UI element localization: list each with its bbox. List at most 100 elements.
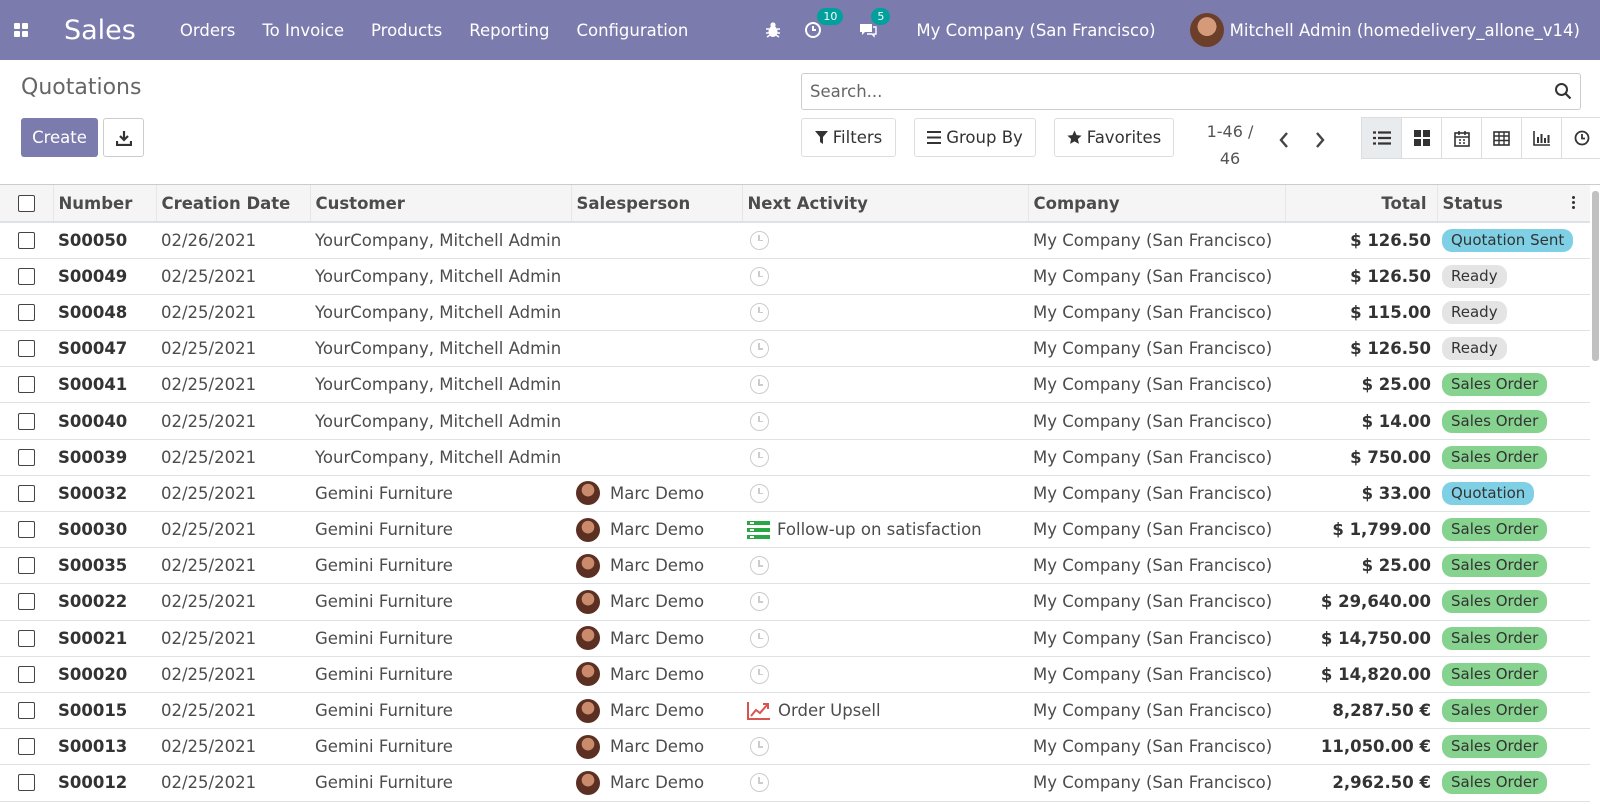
table-row[interactable]: S00030 02/25/2021 Gemini Furniture Marc … <box>0 511 1590 549</box>
table-row[interactable]: S00040 02/25/2021 YourCompany, Mitchell … <box>0 402 1590 440</box>
pivot-view-icon[interactable] <box>1482 118 1522 158</box>
menu-configuration[interactable]: Configuration <box>576 21 688 40</box>
kanban-view-icon[interactable] <box>1402 118 1442 158</box>
next-activity[interactable]: Order Upsell <box>747 701 1023 721</box>
group-by-button[interactable]: Group By <box>914 118 1036 157</box>
activities-clock-icon[interactable]: 10 <box>804 8 844 39</box>
table-row[interactable]: S00041 02/25/2021 YourCompany, Mitchell … <box>0 366 1590 404</box>
row-checkbox[interactable] <box>18 665 35 683</box>
activity-icon <box>747 628 769 648</box>
next-activity[interactable] <box>747 411 1023 431</box>
graph-view-icon[interactable] <box>1522 118 1562 158</box>
pager-value[interactable]: 1-46 / 46 <box>1200 118 1260 172</box>
calendar-view-icon[interactable] <box>1442 118 1482 158</box>
app-brand[interactable]: Sales <box>64 15 136 46</box>
column-creation-date[interactable]: Creation Date <box>155 185 310 222</box>
row-checkbox[interactable] <box>18 267 35 285</box>
messages-chat-icon[interactable]: 5 <box>858 8 891 39</box>
next-activity[interactable] <box>747 592 1023 612</box>
table-row[interactable]: S00020 02/25/2021 Gemini Furniture Marc … <box>0 656 1590 693</box>
filters-button[interactable]: Filters <box>801 118 896 157</box>
row-checkbox[interactable] <box>18 702 35 720</box>
row-checkbox[interactable] <box>18 738 35 756</box>
row-checkbox[interactable] <box>18 774 35 792</box>
row-checkbox[interactable] <box>18 521 35 539</box>
user-avatar[interactable] <box>1189 13 1224 47</box>
optional-columns-toggle-icon[interactable] <box>1572 196 1575 209</box>
export-download-button[interactable] <box>103 118 144 157</box>
activity-view-icon[interactable] <box>1562 118 1600 158</box>
column-company[interactable]: Company <box>1027 185 1285 222</box>
list-view-icon[interactable] <box>1362 118 1402 158</box>
row-checkbox[interactable] <box>18 340 35 358</box>
table-row[interactable]: S00049 02/25/2021 YourCompany, Mitchell … <box>0 258 1590 295</box>
table-scrollbar[interactable] <box>1591 185 1600 804</box>
row-checkbox[interactable] <box>18 412 35 430</box>
debug-bug-icon[interactable] <box>764 21 782 39</box>
row-checkbox[interactable] <box>18 593 35 611</box>
table-row[interactable]: S00012 02/25/2021 Gemini Furniture Marc … <box>0 764 1590 802</box>
column-total[interactable]: Total <box>1284 185 1437 222</box>
column-status[interactable]: Status <box>1436 185 1590 222</box>
salesperson: Marc Demo <box>576 553 737 578</box>
row-checkbox[interactable] <box>18 376 35 394</box>
page-title[interactable]: Quotations <box>21 75 141 100</box>
column-customer[interactable]: Customer <box>309 185 571 222</box>
table-row[interactable]: S00022 02/25/2021 Gemini Furniture Marc … <box>0 583 1590 621</box>
table-row[interactable]: S00050 02/26/2021 YourCompany, Mitchell … <box>0 222 1590 259</box>
customer: Gemini Furniture <box>310 764 571 802</box>
activity-icon <box>747 230 769 250</box>
next-activity[interactable] <box>747 628 1023 648</box>
salesperson-avatar <box>576 481 600 506</box>
company-switcher[interactable]: My Company (San Francisco) <box>916 21 1155 40</box>
pager-previous-icon[interactable] <box>1278 131 1290 149</box>
next-activity[interactable] <box>747 230 1023 250</box>
column-number[interactable]: Number <box>52 185 156 222</box>
next-activity[interactable] <box>747 737 1023 757</box>
table-row[interactable]: S00048 02/25/2021 YourCompany, Mitchell … <box>0 294 1590 332</box>
salesperson: Marc Demo <box>576 626 737 651</box>
menu-orders[interactable]: Orders <box>180 21 236 40</box>
search-icon[interactable] <box>1554 82 1572 100</box>
column-next-activity[interactable]: Next Activity <box>741 185 1028 222</box>
create-button[interactable]: Create <box>21 118 98 157</box>
next-activity[interactable] <box>747 339 1023 359</box>
table-row[interactable]: S00021 02/25/2021 Gemini Furniture Marc … <box>0 620 1590 657</box>
row-checkbox[interactable] <box>18 231 35 249</box>
table-row[interactable]: S00032 02/25/2021 Gemini Furniture Marc … <box>0 475 1590 513</box>
pager-next-icon[interactable] <box>1314 131 1326 149</box>
next-activity[interactable]: Follow-up on satisfaction <box>747 520 1023 539</box>
next-activity[interactable] <box>747 266 1023 286</box>
row-checkbox[interactable] <box>18 629 35 647</box>
row-checkbox[interactable] <box>18 484 35 502</box>
status-cell: Sales Order <box>1437 620 1590 657</box>
next-activity[interactable] <box>747 447 1023 467</box>
row-checkbox[interactable] <box>18 557 35 575</box>
next-activity[interactable] <box>747 773 1023 793</box>
next-activity[interactable] <box>747 664 1023 684</box>
menu-reporting[interactable]: Reporting <box>469 21 549 40</box>
table-row[interactable]: S00047 02/25/2021 YourCompany, Mitchell … <box>0 330 1590 368</box>
next-activity[interactable] <box>747 556 1023 576</box>
next-activity[interactable] <box>747 483 1023 503</box>
table-row[interactable]: S00015 02/25/2021 Gemini Furniture Marc … <box>0 692 1590 730</box>
tasks-icon <box>747 520 770 539</box>
salesperson-name: Marc Demo <box>610 701 705 721</box>
search-input[interactable] <box>802 74 1502 109</box>
menu-products[interactable]: Products <box>371 21 442 40</box>
order-total: $ 14,750.00 <box>1285 620 1437 657</box>
row-checkbox[interactable] <box>18 303 35 321</box>
next-activity[interactable] <box>747 302 1023 322</box>
select-all-checkbox[interactable] <box>18 194 35 212</box>
menu-to-invoice[interactable]: To Invoice <box>262 21 344 40</box>
apps-menu-icon[interactable] <box>0 0 42 60</box>
table-row[interactable]: S00039 02/25/2021 YourCompany, Mitchell … <box>0 439 1590 476</box>
next-activity[interactable] <box>747 375 1023 395</box>
row-checkbox[interactable] <box>18 448 35 466</box>
favorites-button[interactable]: Favorites <box>1054 118 1174 157</box>
user-menu[interactable]: Mitchell Admin (homedelivery_allone_v14) <box>1230 21 1580 40</box>
column-salesperson[interactable]: Salesperson <box>570 185 742 222</box>
creation-date: 02/25/2021 <box>156 366 310 404</box>
table-row[interactable]: S00035 02/25/2021 Gemini Furniture Marc … <box>0 547 1590 585</box>
table-row[interactable]: S00013 02/25/2021 Gemini Furniture Marc … <box>0 728 1590 766</box>
